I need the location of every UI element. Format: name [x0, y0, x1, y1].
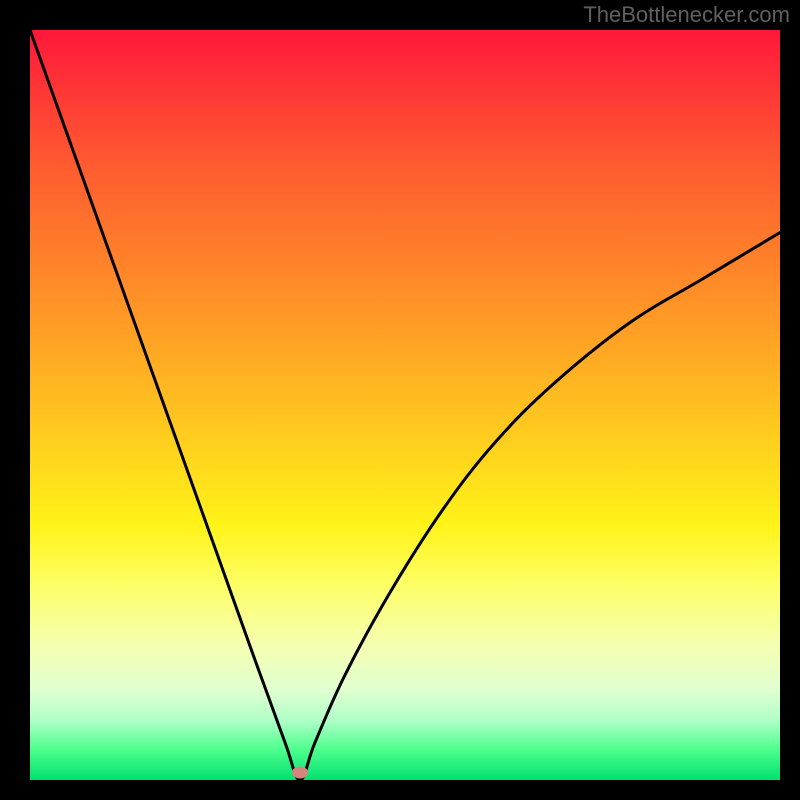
bottom-border	[0, 780, 800, 800]
right-border	[780, 30, 800, 780]
bottleneck-curve	[30, 30, 780, 780]
chart-area	[30, 30, 780, 780]
vertex-marker	[292, 767, 308, 779]
watermark-text: TheBottlenecker.com	[583, 2, 790, 28]
